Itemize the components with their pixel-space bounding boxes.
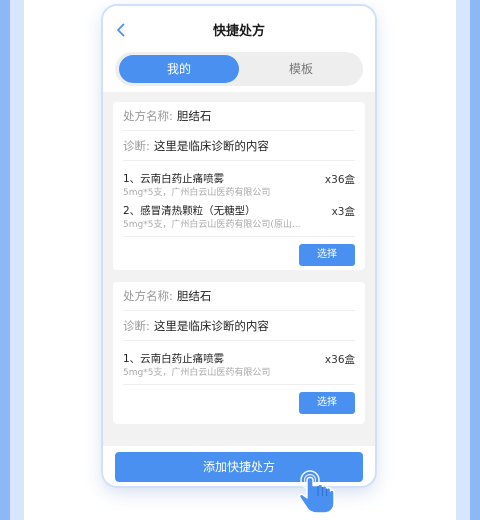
segment-tabs: 我的 模板 <box>115 52 363 86</box>
drug-description: 5mg*5支，广州白云山医药有限公司(原山... <box>123 220 301 230</box>
pointing-hand-icon <box>298 470 335 514</box>
prescription-name-row: 处方名称: 胆结石 <box>123 102 355 131</box>
prescription-name-value: 胆结石 <box>176 289 212 303</box>
drug-description: 5mg*5支，广州白云山医药有限公司 <box>123 368 271 378</box>
drug-quantity: x3盒 <box>331 206 355 218</box>
select-button[interactable]: 选择 <box>299 392 355 414</box>
prescription-name-row: 处方名称: 胆结石 <box>123 282 355 311</box>
drug-item: 1、云南白药止痛喷雾 x36盒 5mg*5支，广州白云山医药有限公司 <box>123 352 355 380</box>
diagnosis-row: 诊断: 这里是临床诊断的内容 <box>123 312 355 341</box>
nav-bar: 快捷处方 <box>103 6 375 54</box>
prescription-list: 处方名称: 胆结石 诊断: 这里是临床诊断的内容 1、云南白药止痛喷雾 x36盒 5… <box>103 92 375 446</box>
tab-templates[interactable]: 模板 <box>241 55 361 83</box>
drug-name: 1、云南白药止痛喷雾 <box>123 173 225 185</box>
prescription-name-value: 胆结石 <box>176 109 212 123</box>
drug-quantity: x36盒 <box>324 354 355 366</box>
phone-screen: 快捷处方 我的 模板 处方名称: 胆结石 诊断: 这里是临床诊断的内容 1、云南白药… <box>103 6 375 486</box>
prescription-name-label: 处方名称: <box>123 109 173 123</box>
diagnosis-value: 这里是临床诊断的内容 <box>153 319 269 333</box>
drug-name: 2、感冒清热颗粒（无糖型） <box>123 205 256 217</box>
diagnosis-row: 诊断: 这里是临床诊断的内容 <box>123 132 355 161</box>
drug-item: 1、云南白药止痛喷雾 x36盒 5mg*5支，广州白云山医药有限公司 <box>123 172 355 200</box>
diagnosis-label: 诊断: <box>123 319 150 333</box>
page-title: 快捷处方 <box>212 24 265 39</box>
select-button[interactable]: 选择 <box>299 244 355 266</box>
prescription-card: 处方名称: 胆结石 诊断: 这里是临床诊断的内容 1、云南白药止痛喷雾 x36盒 5… <box>113 282 365 424</box>
drug-name: 1、云南白药止痛喷雾 <box>123 353 225 365</box>
prescription-card: 处方名称: 胆结石 诊断: 这里是临床诊断的内容 1、云南白药止痛喷雾 x36盒 5… <box>113 102 365 270</box>
diagnosis-value: 这里是临床诊断的内容 <box>153 139 269 153</box>
drug-quantity: x36盒 <box>324 174 355 186</box>
tab-mine[interactable]: 我的 <box>119 55 239 83</box>
diagnosis-label: 诊断: <box>123 139 150 153</box>
drug-description: 5mg*5支，广州白云山医药有限公司 <box>123 188 271 198</box>
prescription-name-label: 处方名称: <box>123 289 173 303</box>
drug-item: 2、感冒清热颗粒（无糖型） x3盒 5mg*5支，广州白云山医药有限公司(原山.… <box>123 204 355 232</box>
divider <box>123 236 355 237</box>
divider <box>123 384 355 385</box>
